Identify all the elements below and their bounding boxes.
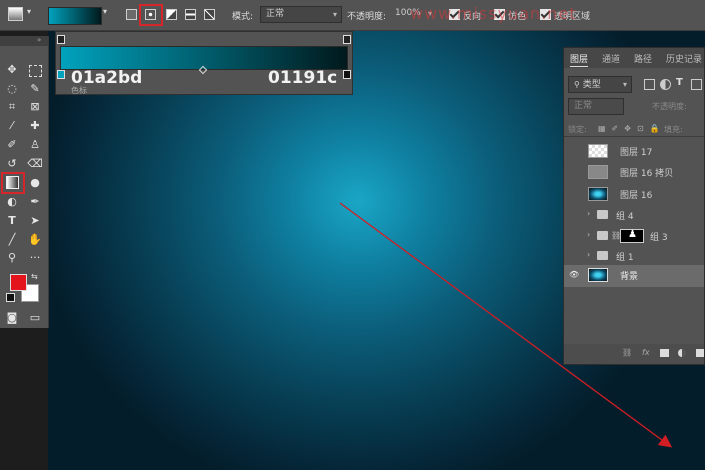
blend-mode-select[interactable]: 正常 bbox=[568, 98, 624, 115]
history-brush-icon[interactable]: ↺ bbox=[4, 156, 20, 172]
adjustment-layer-icon[interactable] bbox=[678, 349, 686, 357]
panel-footer: ⛓ fx bbox=[564, 344, 704, 364]
toolbox-header[interactable]: » bbox=[0, 36, 48, 46]
gradient-editor-popup: 01a2bd 01191c 色标 bbox=[55, 31, 353, 95]
layer-thumbnail bbox=[588, 187, 608, 201]
tab-paths[interactable]: 路径 bbox=[634, 52, 652, 65]
layer-mask-thumbnail: ♟ bbox=[620, 229, 644, 243]
layer-row[interactable]: 图层 16 拷贝 bbox=[564, 162, 704, 182]
color-stop-right[interactable] bbox=[343, 70, 351, 79]
layer-group-row[interactable]: › 组 1 bbox=[564, 246, 704, 266]
opacity-stop-right[interactable] bbox=[343, 35, 351, 44]
chevron-right-icon[interactable]: › bbox=[587, 209, 590, 218]
layer-name: 组 4 bbox=[616, 212, 634, 222]
divider bbox=[564, 136, 704, 137]
blur-icon[interactable]: ● bbox=[27, 175, 43, 191]
toolbox: » ✥ ◌ ✎ ⌗ ⊠ ⁄ ✚ ✐ ♙ ↺ ⌫ ● ◐ ✒ T ➤ ╱ ✋ ⚲ … bbox=[0, 36, 49, 328]
layer-group-row[interactable]: › ⛓ ♟ 组 3 bbox=[564, 226, 704, 246]
layer-name: 图层 16 bbox=[620, 191, 653, 201]
gradient-tool-icon[interactable] bbox=[6, 176, 19, 189]
healing-brush-icon[interactable]: ✚ bbox=[27, 118, 43, 134]
frame-icon[interactable]: ⊠ bbox=[27, 99, 43, 115]
quick-mask-icon[interactable]: ◙ bbox=[4, 310, 20, 326]
layer-row[interactable]: 图层 16 bbox=[564, 184, 704, 204]
opacity-stop-left[interactable] bbox=[57, 35, 65, 44]
crop-icon[interactable]: ⌗ bbox=[4, 99, 20, 115]
link-layers-icon[interactable]: ⛓ bbox=[622, 348, 632, 357]
filter-type-icon[interactable]: T bbox=[676, 77, 683, 88]
collapse-icon[interactable]: » bbox=[37, 36, 41, 44]
folder-icon bbox=[597, 251, 608, 260]
move-icon[interactable]: ✥ bbox=[4, 62, 20, 78]
color-stop-left[interactable] bbox=[57, 70, 65, 79]
filter-pixel-icon[interactable] bbox=[644, 79, 655, 90]
filter-kind-value: 类型 bbox=[582, 80, 601, 90]
layer-group-row[interactable]: › 组 4 bbox=[564, 205, 704, 225]
path-select-icon[interactable]: ➤ bbox=[27, 213, 43, 229]
stamp-icon[interactable]: ♙ bbox=[27, 137, 43, 153]
foreground-color-front[interactable] bbox=[10, 274, 27, 291]
layer-name: 图层 16 拷贝 bbox=[620, 169, 674, 179]
layer-name: 组 1 bbox=[616, 253, 634, 263]
marquee-icon[interactable] bbox=[29, 65, 42, 77]
lock-label: 锁定: bbox=[568, 125, 587, 134]
layers-panel: 图层 通道 路径 历史记录 ⚲ 类型 ▾ T 正常 不透明度: 锁定: ▦✐✥⊡🔒… bbox=[563, 47, 705, 365]
eye-icon[interactable]: 👁 bbox=[569, 270, 579, 279]
layer-opacity-label: 不透明度: bbox=[652, 102, 687, 111]
screen-mode-icon[interactable]: ▭ bbox=[27, 310, 43, 326]
dodge-icon[interactable]: ◐ bbox=[4, 194, 20, 210]
filter-adjustment-icon[interactable] bbox=[660, 79, 671, 90]
stop-label: 色标 bbox=[71, 86, 87, 95]
folder-icon bbox=[597, 231, 608, 240]
folder-icon bbox=[597, 210, 608, 219]
eyedropper-icon[interactable]: ⁄ bbox=[4, 118, 20, 134]
search-icon: ⚲ bbox=[574, 80, 580, 89]
filter-shape-icon[interactable] bbox=[691, 79, 702, 90]
layer-thumbnail bbox=[588, 165, 608, 179]
color-stop-right-hex: 01191c bbox=[268, 68, 338, 88]
add-mask-icon[interactable] bbox=[660, 349, 669, 357]
more-tools-icon[interactable]: ··· bbox=[27, 250, 43, 266]
chevron-down-icon: ▾ bbox=[622, 80, 627, 89]
lock-icons[interactable]: ▦✐✥⊡🔒 bbox=[598, 124, 666, 133]
zoom-icon[interactable]: ⚲ bbox=[4, 250, 20, 266]
type-icon[interactable]: T bbox=[4, 213, 20, 229]
chevron-right-icon[interactable]: › bbox=[587, 230, 590, 239]
quick-select-icon[interactable]: ✎ bbox=[27, 81, 43, 97]
filter-kind-select[interactable]: ⚲ 类型 ▾ bbox=[568, 76, 632, 93]
mask-shape-icon: ♟ bbox=[628, 229, 637, 240]
eraser-icon[interactable]: ⌫ bbox=[27, 156, 43, 172]
new-layer-icon[interactable] bbox=[696, 349, 704, 357]
pen-icon[interactable]: ✒ bbox=[27, 194, 43, 210]
fx-icon[interactable]: fx bbox=[642, 348, 650, 357]
layer-name: 组 3 bbox=[650, 233, 668, 243]
tab-channels[interactable]: 通道 bbox=[602, 52, 620, 65]
lasso-icon[interactable]: ◌ bbox=[4, 81, 20, 97]
brush-icon[interactable]: ✐ bbox=[4, 137, 20, 153]
layer-row[interactable]: 图层 17 bbox=[564, 141, 704, 161]
layer-name: 图层 17 bbox=[620, 148, 653, 158]
layer-thumbnail bbox=[588, 144, 608, 158]
hand-icon[interactable]: ✋ bbox=[27, 232, 43, 248]
fill-label: 填充: bbox=[664, 125, 683, 134]
layer-thumbnail bbox=[588, 268, 608, 282]
tab-layers[interactable]: 图层 bbox=[570, 52, 589, 67]
layer-row-selected[interactable]: 👁 背景 bbox=[564, 265, 704, 287]
swap-colors-icon[interactable]: ⇆ bbox=[31, 272, 38, 281]
tab-history[interactable]: 历史记录 bbox=[666, 52, 702, 65]
default-colors-icon[interactable] bbox=[6, 293, 15, 302]
chevron-right-icon[interactable]: › bbox=[587, 250, 590, 259]
layer-name: 背景 bbox=[620, 272, 639, 282]
line-icon[interactable]: ╱ bbox=[4, 232, 20, 248]
